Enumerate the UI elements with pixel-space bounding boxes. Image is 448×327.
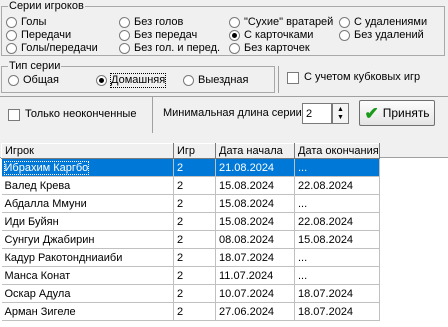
column-header-games[interactable]: Игр bbox=[173, 143, 216, 159]
table-cell: 15.08.2024 bbox=[294, 230, 380, 249]
table-row[interactable]: Абдалла Ммуни 2 15.08.2024... bbox=[1, 194, 380, 213]
radio-type-home[interactable]: Домашняя bbox=[96, 73, 167, 88]
table-cell: Оскар Адула bbox=[1, 284, 174, 303]
radio-type-away[interactable]: Выездная bbox=[183, 74, 249, 87]
table-header-row: Игрок Игр Дата начала Дата окончания bbox=[1, 143, 380, 159]
filter-panel: Серии игроков Голы Передачи Голы/передач… bbox=[0, 0, 448, 158]
radio-no-goals[interactable]: Без голов bbox=[119, 16, 183, 29]
min-length-input[interactable] bbox=[302, 103, 332, 124]
table-cell: Валед Крева bbox=[1, 176, 174, 195]
column-header-player[interactable]: Игрок bbox=[1, 143, 174, 159]
table-cell: 2 bbox=[173, 158, 216, 177]
table-cell: ... bbox=[294, 158, 380, 177]
radio-circle bbox=[339, 17, 350, 28]
table-cell: 21.08.2024 bbox=[215, 158, 295, 177]
table-body: Ибрахим Каргбо 2 21.08.2024... Валед Крева 2… bbox=[1, 158, 380, 321]
column-header-start-date[interactable]: Дата начала bbox=[215, 143, 295, 159]
table-cell: ... bbox=[294, 266, 380, 285]
table-row[interactable]: Валед Крева 2 15.08.2024 22.08.2024 bbox=[1, 176, 380, 195]
table-cell: 08.08.2024 bbox=[215, 230, 295, 249]
radio-circle bbox=[119, 30, 130, 41]
table-cell: 15.08.2024 bbox=[215, 212, 295, 231]
radio-no-penalties[interactable]: Без удалений bbox=[339, 29, 424, 42]
divider bbox=[278, 66, 279, 93]
series-table[interactable]: Игрок Игр Дата начала Дата окончания Ибр… bbox=[1, 143, 380, 321]
min-length-label: Минимальная длина серии bbox=[163, 107, 302, 119]
radio-goals[interactable]: Голы bbox=[6, 16, 46, 29]
table-cell: ... bbox=[294, 194, 380, 213]
radio-circle bbox=[119, 17, 130, 28]
radio-clean-sheets[interactable]: "Сухие" вратарей bbox=[229, 16, 333, 29]
radio-circle bbox=[8, 75, 19, 86]
table-cell: 2 bbox=[173, 284, 216, 303]
table-cell: 2 bbox=[173, 248, 216, 267]
table-row[interactable]: Манса Конат 2 11.07.2024... bbox=[1, 266, 380, 285]
radio-circle-selected bbox=[96, 75, 107, 86]
radio-goals-assists[interactable]: Голы/передачи bbox=[6, 42, 98, 55]
table-cell: 2 bbox=[173, 230, 216, 249]
table-cell: 2 bbox=[173, 266, 216, 285]
table-cell: Сунгуи Джабирин bbox=[1, 230, 174, 249]
table-cell: 22.08.2024 bbox=[294, 176, 380, 195]
table-cell: Кадур Ракотондниаиби bbox=[1, 248, 174, 267]
spin-buttons[interactable]: ▲ ▼ bbox=[332, 103, 349, 124]
radio-assists[interactable]: Передачи bbox=[6, 29, 71, 42]
table-cell: Иди Буйян bbox=[1, 212, 174, 231]
apply-button[interactable]: ✔ Принять bbox=[359, 100, 435, 126]
spin-up-icon[interactable]: ▲ bbox=[337, 106, 344, 114]
divider bbox=[0, 96, 448, 97]
table-cell: Манса Конат bbox=[1, 266, 174, 285]
radio-with-penalties[interactable]: С удалениями bbox=[339, 16, 427, 29]
radio-circle bbox=[6, 30, 17, 41]
radio-circle bbox=[229, 43, 240, 54]
table-cell: 2 bbox=[173, 212, 216, 231]
radio-circle-selected bbox=[229, 30, 240, 41]
divider bbox=[152, 97, 153, 133]
checkbox-box bbox=[8, 108, 20, 121]
table-cell: Абдалла Ммуни bbox=[1, 194, 174, 213]
type-group-title: Тип серии bbox=[8, 59, 62, 73]
table-cell: 18.07.2024 bbox=[294, 284, 380, 303]
radio-type-overall[interactable]: Общая bbox=[8, 74, 59, 87]
radio-circle bbox=[229, 17, 240, 28]
min-length-spinner[interactable]: ▲ ▼ bbox=[302, 103, 350, 124]
apply-button-label: Принять bbox=[382, 106, 430, 120]
column-header-end-date[interactable]: Дата окончания bbox=[294, 143, 380, 159]
table-cell: 11.07.2024 bbox=[215, 266, 295, 285]
radio-circle bbox=[183, 75, 194, 86]
table-cell: 2 bbox=[173, 194, 216, 213]
cup-games-checkbox[interactable]: С учетом кубковых игр bbox=[287, 71, 420, 84]
series-group-title: Серии игроков bbox=[8, 0, 85, 13]
radio-no-goals-assists[interactable]: Без гол. и перед. bbox=[119, 42, 220, 55]
table-row[interactable]: Сунгуи Джабирин 2 08.08.2024 15.08.2024 bbox=[1, 230, 380, 249]
radio-circle bbox=[6, 43, 17, 54]
table-row[interactable]: Иди Буйян 2 15.08.2024 22.08.2024 bbox=[1, 212, 380, 231]
table-cell: Арман Зигеле bbox=[1, 302, 174, 321]
table-cell: 2 bbox=[173, 302, 216, 321]
table-cell: Ибрахим Каргбо bbox=[1, 158, 174, 177]
table-cell: 18.07.2024 bbox=[294, 302, 380, 321]
table-cell: 27.06.2024 bbox=[215, 302, 295, 321]
checkbox-box bbox=[287, 71, 299, 84]
radio-circle bbox=[119, 43, 130, 54]
checkmark-icon: ✔ bbox=[364, 103, 379, 123]
table-row[interactable]: Арман Зигеле 2 27.06.2024 18.07.2024 bbox=[1, 302, 380, 321]
radio-with-cards[interactable]: С карточками bbox=[229, 29, 313, 42]
table-row[interactable]: Кадур Ракотондниаиби 2 18.07.2024... bbox=[1, 248, 380, 267]
radio-circle bbox=[339, 30, 350, 41]
table-row[interactable]: Оскар Адула 2 10.07.2024 18.07.2024 bbox=[1, 284, 380, 303]
table-row[interactable]: Ибрахим Каргбо 2 21.08.2024... bbox=[1, 158, 380, 177]
table-cell: 10.07.2024 bbox=[215, 284, 295, 303]
spin-down-icon[interactable]: ▼ bbox=[337, 114, 344, 122]
table-cell: 18.07.2024 bbox=[215, 248, 295, 267]
table-cell: ... bbox=[294, 248, 380, 267]
radio-no-cards[interactable]: Без карточек bbox=[229, 42, 310, 55]
table-cell: 15.08.2024 bbox=[215, 176, 295, 195]
radio-no-assists[interactable]: Без передач bbox=[119, 29, 197, 42]
unfinished-only-checkbox[interactable]: Только неоконченные bbox=[8, 108, 136, 121]
table-cell: 22.08.2024 bbox=[294, 212, 380, 231]
radio-circle bbox=[6, 17, 17, 28]
table-cell: 15.08.2024 bbox=[215, 194, 295, 213]
table-cell: 2 bbox=[173, 176, 216, 195]
